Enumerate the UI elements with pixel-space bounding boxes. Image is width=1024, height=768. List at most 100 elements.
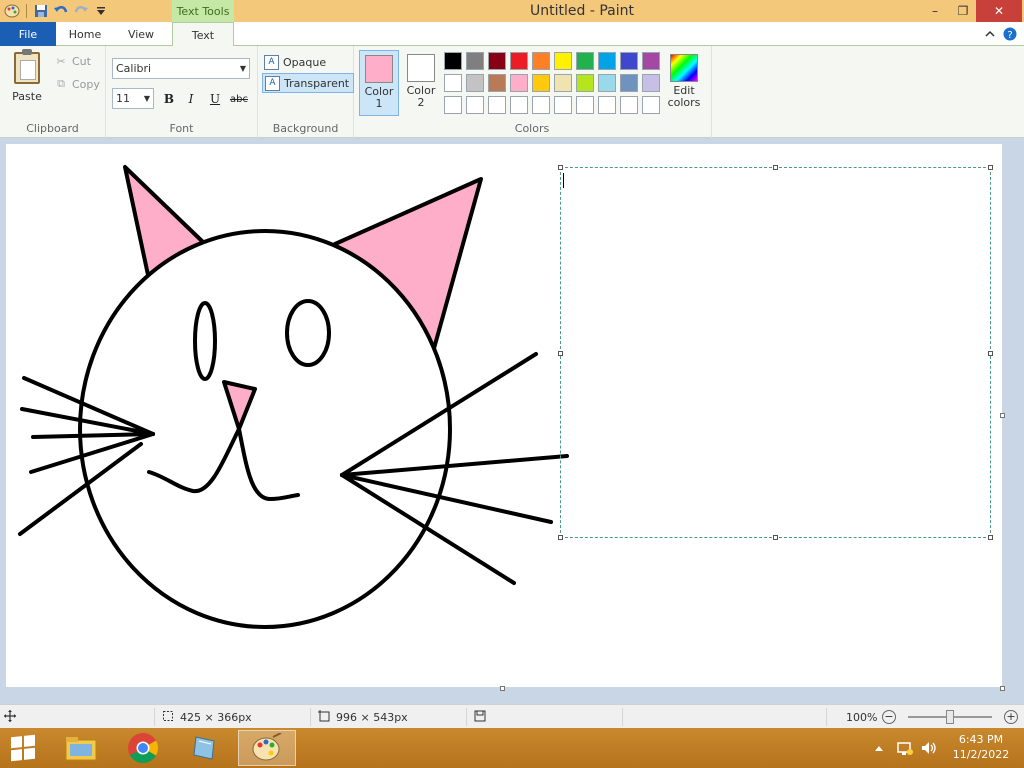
cut-button[interactable]: ✂ Cut xyxy=(54,52,91,70)
resize-handle-e[interactable] xyxy=(988,351,993,356)
collapse-ribbon-icon[interactable] xyxy=(982,26,998,42)
resize-handle-n[interactable] xyxy=(773,165,778,170)
palette-swatch[interactable] xyxy=(510,52,528,70)
cut-label: Cut xyxy=(72,54,91,68)
notebook-taskbar-button[interactable] xyxy=(176,730,234,766)
edit-colors-button[interactable]: Edit colors xyxy=(664,54,704,109)
resize-handle-sw[interactable] xyxy=(558,535,563,540)
transparent-button[interactable]: A Transparent xyxy=(262,73,355,93)
move-cursor-icon xyxy=(4,709,16,725)
font-size-dropdown[interactable]: 11 ▼ xyxy=(112,88,154,109)
color-spectrum-icon xyxy=(670,54,698,82)
volume-icon[interactable] xyxy=(920,728,938,768)
resize-handle-se[interactable] xyxy=(988,535,993,540)
scissors-icon: ✂ xyxy=(56,54,66,68)
palette-swatch[interactable] xyxy=(488,52,506,70)
color-1-label: Color 1 xyxy=(364,85,394,110)
palette-swatch[interactable] xyxy=(488,96,506,114)
tab-home[interactable]: Home xyxy=(62,22,108,46)
copy-button[interactable]: ⧉ Copy xyxy=(54,75,100,93)
ribbon-tab-row: File Home View Text ? xyxy=(0,22,1024,47)
palette-swatch[interactable] xyxy=(444,52,462,70)
palette-swatch[interactable] xyxy=(532,96,550,114)
palette-swatch[interactable] xyxy=(466,74,484,92)
selection-size-value: 425 × 366px xyxy=(180,710,252,724)
canvas-resize-handle-e[interactable] xyxy=(1000,413,1005,418)
maximize-button[interactable]: ❐ xyxy=(948,0,978,22)
tab-view[interactable]: View xyxy=(118,22,164,46)
palette-swatch[interactable] xyxy=(532,74,550,92)
palette-swatch[interactable] xyxy=(488,74,506,92)
palette-swatch[interactable] xyxy=(510,74,528,92)
network-icon[interactable] xyxy=(896,728,914,768)
system-clock[interactable]: 6:43 PM 11/2/2022 xyxy=(948,732,1014,762)
color-palette xyxy=(444,52,660,114)
font-group: Calibri ▼ 11 ▼ B I U abc Font xyxy=(106,46,258,138)
cursor-position xyxy=(4,705,16,729)
bold-button[interactable]: B xyxy=(160,90,178,108)
status-divider xyxy=(154,708,155,726)
clipboard-group: Paste ✂ Cut ⧉ Copy Clipboard xyxy=(0,46,106,138)
palette-swatch[interactable] xyxy=(466,96,484,114)
color-2-label: Color 2 xyxy=(406,84,436,109)
palette-swatch[interactable] xyxy=(598,52,616,70)
paint-taskbar-button[interactable] xyxy=(238,730,296,766)
canvas-resize-handle-s[interactable] xyxy=(500,686,505,691)
canvas-size-icon xyxy=(318,709,330,725)
paste-label: Paste xyxy=(12,90,42,103)
underline-button[interactable]: U xyxy=(206,90,224,108)
palette-swatch[interactable] xyxy=(510,96,528,114)
palette-swatch[interactable] xyxy=(554,52,572,70)
zoom-out-button[interactable]: − xyxy=(882,710,896,724)
palette-swatch[interactable] xyxy=(620,96,638,114)
show-hidden-icons-button[interactable] xyxy=(874,728,884,768)
help-icon[interactable]: ? xyxy=(1002,26,1018,42)
resize-handle-ne[interactable] xyxy=(988,165,993,170)
start-button[interactable] xyxy=(6,734,40,762)
canvas-resize-handle-se[interactable] xyxy=(1000,686,1005,691)
drawing-canvas[interactable] xyxy=(6,144,1002,687)
palette-swatch[interactable] xyxy=(576,74,594,92)
palette-swatch[interactable] xyxy=(642,74,660,92)
folder-icon xyxy=(65,737,97,761)
palette-swatch[interactable] xyxy=(444,96,462,114)
edit-colors-label: Edit colors xyxy=(667,84,701,109)
palette-swatch[interactable] xyxy=(598,74,616,92)
italic-button[interactable]: I xyxy=(182,90,200,108)
palette-swatch[interactable] xyxy=(444,74,462,92)
taskbar: 6:43 PM 11/2/2022 xyxy=(0,728,1024,768)
transparent-label: Transparent xyxy=(284,76,350,90)
zoom-slider-thumb[interactable] xyxy=(946,710,954,724)
opaque-icon: A xyxy=(264,54,279,70)
text-box-selection[interactable] xyxy=(558,165,993,540)
resize-handle-w[interactable] xyxy=(558,351,563,356)
palette-swatch[interactable] xyxy=(620,74,638,92)
color-1-button[interactable]: Color 1 xyxy=(359,50,399,116)
palette-swatch[interactable] xyxy=(576,96,594,114)
tab-text[interactable]: Text xyxy=(172,22,234,47)
font-family-dropdown[interactable]: Calibri ▼ xyxy=(112,58,250,79)
zoom-in-button[interactable]: + xyxy=(1004,710,1018,724)
resize-handle-nw[interactable] xyxy=(558,165,563,170)
chrome-taskbar-button[interactable] xyxy=(114,730,172,766)
file-explorer-taskbar-button[interactable] xyxy=(52,730,110,766)
minimize-button[interactable]: – xyxy=(920,0,950,22)
paste-button[interactable]: Paste xyxy=(6,49,48,108)
palette-swatch[interactable] xyxy=(620,52,638,70)
palette-swatch[interactable] xyxy=(554,74,572,92)
close-button[interactable]: ✕ xyxy=(976,0,1022,22)
color-2-button[interactable]: Color 2 xyxy=(401,50,441,116)
clipboard-icon xyxy=(14,49,40,84)
palette-swatch[interactable] xyxy=(554,96,572,114)
palette-swatch[interactable] xyxy=(576,52,594,70)
palette-swatch[interactable] xyxy=(642,96,660,114)
palette-swatch[interactable] xyxy=(466,52,484,70)
opaque-button[interactable]: A Opaque xyxy=(262,52,330,72)
selection-icon xyxy=(162,710,174,725)
strikethrough-button[interactable]: abc xyxy=(228,90,250,108)
resize-handle-s[interactable] xyxy=(773,535,778,540)
palette-swatch[interactable] xyxy=(642,52,660,70)
tab-file[interactable]: File xyxy=(0,22,56,46)
palette-swatch[interactable] xyxy=(598,96,616,114)
palette-swatch[interactable] xyxy=(532,52,550,70)
